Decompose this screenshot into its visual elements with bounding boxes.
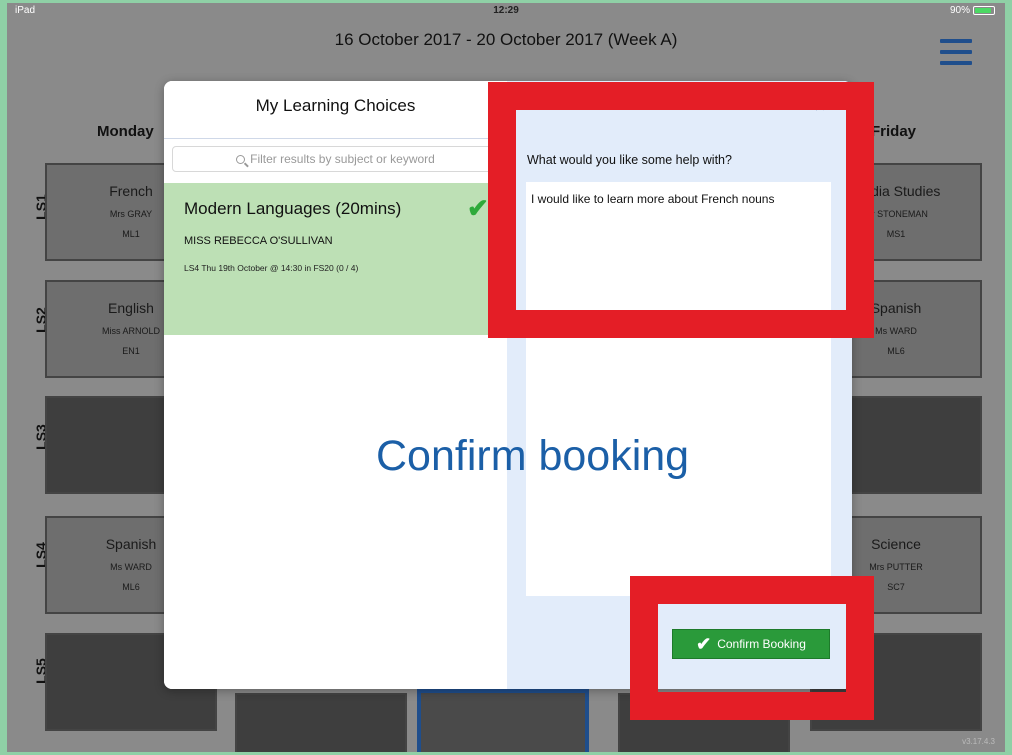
choice-teacher: MISS REBECCA O'SULLIVAN	[184, 235, 333, 247]
ipad-screen: iPad 12:29 90% 16 October 2017 - 20 Octo…	[7, 3, 1005, 752]
timetable-cell-wednesday-ls5[interactable]	[417, 689, 589, 752]
version-label: v3.17.4.3	[962, 737, 995, 746]
day-header-monday: Monday	[97, 123, 154, 140]
battery-icon	[973, 6, 995, 15]
help-text-field[interactable]: I would like to learn more about French …	[526, 182, 831, 596]
choice-detail: LS4 Thu 19th October @ 14:30 in FS20 (0 …	[184, 263, 359, 273]
timetable-cell-thursday-ls5[interactable]	[618, 693, 790, 752]
instruction-caption: Confirm booking	[376, 432, 690, 480]
battery-percent: 90%	[949, 5, 970, 16]
divider	[164, 138, 507, 139]
search-icon	[236, 155, 246, 164]
choices-panel: My Learning Choices Filter results by su…	[164, 81, 507, 689]
filter-search-input[interactable]: Filter results by subject or keyword	[172, 146, 499, 172]
learning-choice-item[interactable]: Modern Languages (20mins) ✔ MISS REBECCA…	[164, 183, 507, 335]
day-header-friday: Friday	[871, 123, 917, 140]
battery-fill	[975, 8, 992, 13]
modal-title: My Learning Choices	[255, 96, 416, 115]
learning-choices-modal: My Learning Choices Filter results by su…	[164, 81, 852, 689]
choice-title: Modern Languages (20mins)	[184, 199, 402, 218]
check-icon: ✔	[696, 633, 712, 654]
status-time: 12:29	[493, 5, 519, 16]
week-title: 16 October 2017 - 20 October 2017 (Week …	[334, 30, 678, 49]
hamburger-menu-icon[interactable]	[940, 39, 972, 65]
timetable-cell-tuesday-ls5[interactable]	[235, 693, 407, 752]
close-icon[interactable]: ×	[814, 95, 826, 118]
help-question-label: What would you like some help with?	[527, 153, 732, 167]
check-icon: ✔	[467, 193, 489, 223]
confirm-booking-label: Confirm Booking	[717, 637, 806, 651]
battery-status: 90%	[950, 5, 995, 16]
filter-placeholder: Filter results by subject or keyword	[250, 152, 435, 166]
confirm-booking-button[interactable]: ✔ Confirm Booking	[672, 629, 830, 659]
